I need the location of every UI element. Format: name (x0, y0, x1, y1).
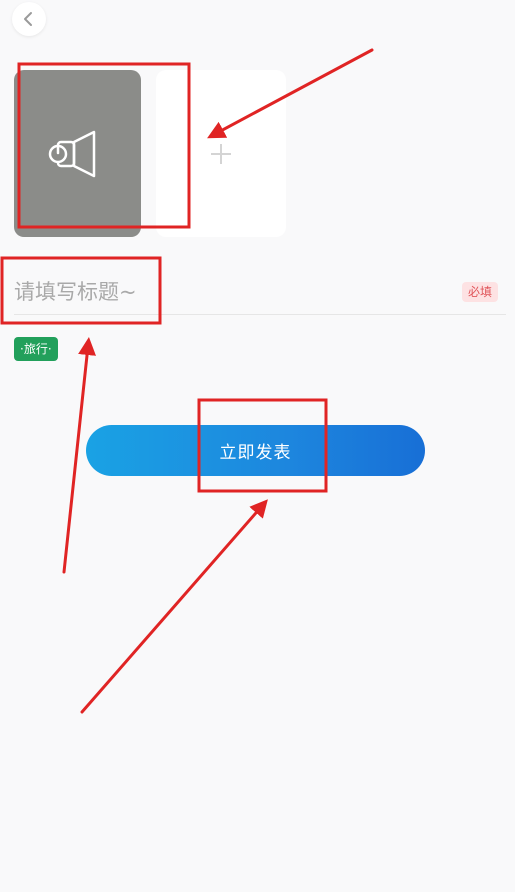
media-tile[interactable] (14, 70, 141, 237)
publish-button[interactable]: 立即发表 (86, 425, 425, 476)
title-input[interactable] (14, 276, 434, 308)
chevron-left-icon (24, 12, 32, 26)
title-row: 必填 (14, 270, 506, 315)
annotation-arrow-title (62, 337, 96, 574)
add-media-button[interactable] (156, 70, 286, 237)
required-badge: 必填 (461, 282, 498, 302)
speaker-mouse-icon (48, 130, 95, 177)
annotation-arrow-publish (80, 499, 268, 714)
back-button[interactable] (12, 2, 46, 36)
plus-icon (211, 143, 231, 164)
tag-travel[interactable]: ·旅行· (14, 337, 58, 361)
publish-button-label: 立即发表 (219, 443, 292, 463)
